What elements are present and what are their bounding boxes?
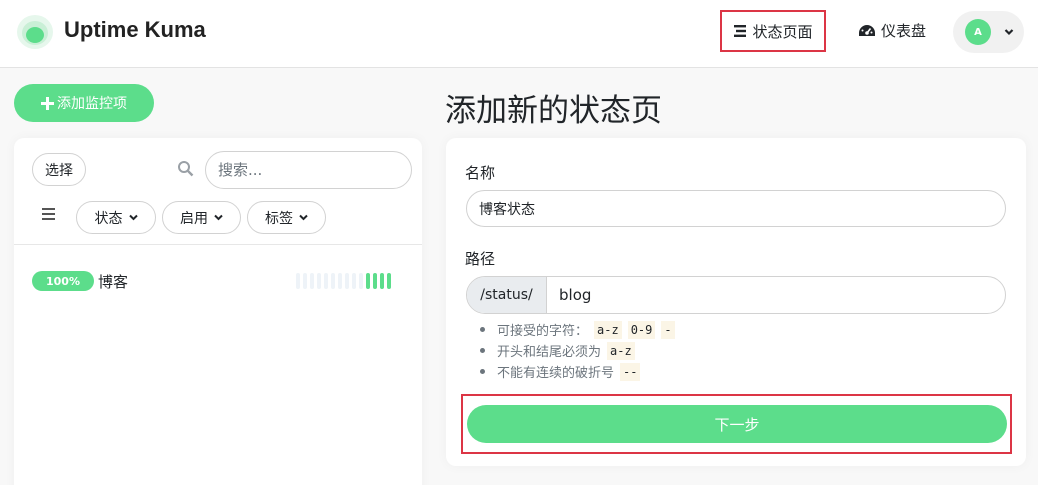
code-chip: a-z [594,320,622,339]
monitor-name: 博客 [98,273,129,291]
path-prefix: /status/ [467,277,547,313]
heartbeat-beat [373,273,377,289]
heartbeat-beat [310,273,314,289]
path-hints: 可接受的字符： a-z 0-9 - 开头和结尾必须为 a-z 不能有连续的破折号… [480,319,675,382]
page-title: 添加新的状态页 [445,93,662,129]
heartbeat-beat [387,273,391,289]
filter-active-label: 启用 [180,210,208,227]
chevron-down-icon [1004,29,1014,36]
next-button-highlight: 下一步 [461,394,1012,454]
code-chip: 0-9 [627,320,656,339]
code-chip: a-z [607,341,635,360]
monitor-list-panel: 选择 状态 启用 标签 100% 博客 [14,138,422,485]
code-chip: -- [620,362,641,381]
filter-active[interactable]: 启用 [162,201,241,234]
add-monitor-button[interactable]: 添加监控项 [14,84,154,122]
hint-no-double-dash: 不能有连续的破折号 -- [480,361,675,382]
filter-status[interactable]: 状态 [76,201,156,234]
monitor-list-item[interactable]: 100% 博客 [32,270,404,292]
filter-tags[interactable]: 标签 [247,201,326,234]
search-icon [178,161,194,177]
path-input-group: /status/ blog [466,276,1006,314]
heartbeat-beat [296,273,300,289]
hint-accepted-chars: 可接受的字符： a-z 0-9 - [480,319,675,340]
hint-accepted-label: 可接受的字符： [497,324,589,339]
chevron-down-icon [299,214,308,221]
heartbeat-beat [359,273,363,289]
hint-start-end-label: 开头和结尾必须为 [497,345,602,360]
chevron-down-icon [214,214,223,221]
heartbeat-beat [324,273,328,289]
avatar: A [965,19,991,45]
heartbeat-beat [345,273,349,289]
uptime-kuma-logo-icon[interactable] [16,14,54,50]
top-navbar: Uptime Kuma 状态页面 仪表盘 A [0,0,1038,68]
nav-dashboard[interactable]: 仪表盘 [858,20,926,41]
heartbeat-bar [296,273,391,289]
profile-dropdown[interactable]: A [953,11,1024,53]
brand-name[interactable]: Uptime Kuma [64,17,206,43]
nav-dashboard-label: 仪表盘 [881,22,927,40]
plus-icon [41,96,54,110]
name-input[interactable]: 博客状态 [466,190,1006,227]
heartbeat-beat [317,273,321,289]
filter-status-label: 状态 [94,210,123,227]
heartbeat-beat [352,273,356,289]
nav-status-pages[interactable]: 状态页面 [720,10,826,52]
code-chip: - [661,320,675,339]
select-list-icon[interactable] [42,208,55,220]
search-input[interactable] [205,151,412,189]
hint-no-dash-label: 不能有连续的破折号 [497,366,615,381]
heartbeat-beat [303,273,307,289]
uptime-badge: 100% [32,271,94,291]
name-label: 名称 [465,164,496,182]
select-button[interactable]: 选择 [32,153,86,186]
slug-input[interactable]: blog [547,277,1005,313]
nav-status-label: 状态页面 [752,22,813,41]
add-monitor-label: 添加监控项 [57,96,127,112]
path-label: 路径 [465,250,496,268]
heartbeat-beat [331,273,335,289]
heartbeat-beat [338,273,342,289]
next-button[interactable]: 下一步 [467,405,1007,443]
chevron-down-icon [128,214,138,221]
list-icon [734,25,747,37]
filter-tags-label: 标签 [265,210,293,227]
heartbeat-beat [380,273,384,289]
hint-start-end: 开头和结尾必须为 a-z [480,340,675,361]
divider [14,244,422,245]
add-status-page-form: 名称 博客状态 路径 /status/ blog 可接受的字符： a-z 0-9… [446,138,1026,466]
heartbeat-beat [366,273,370,289]
tachometer-icon [859,24,875,36]
